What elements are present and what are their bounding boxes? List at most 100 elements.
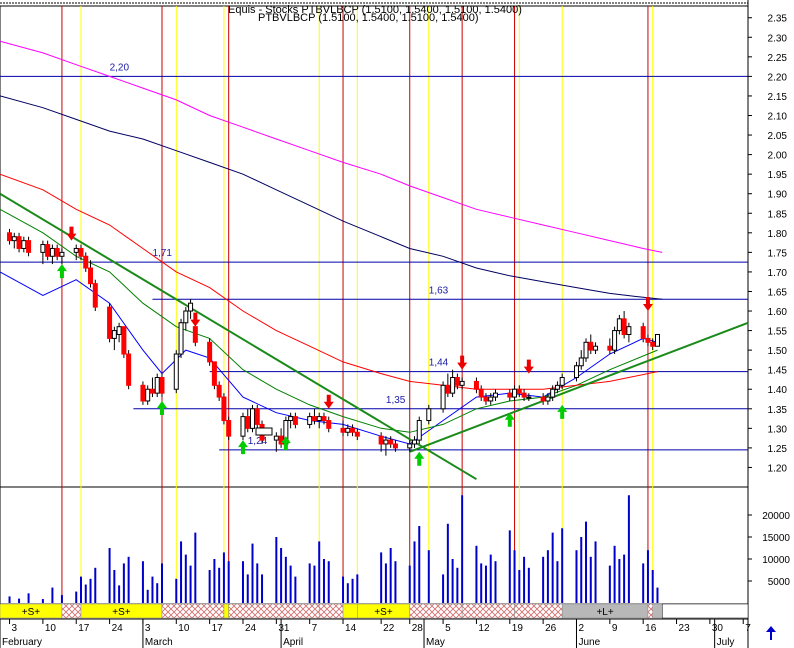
candle-body bbox=[316, 416, 322, 422]
price-tick-label: 1.35 bbox=[768, 405, 788, 416]
price-tick-label: 1.90 bbox=[768, 190, 788, 201]
candle-body bbox=[192, 326, 198, 343]
signal-band bbox=[647, 603, 653, 619]
candle-body bbox=[554, 384, 560, 390]
candle-body bbox=[83, 255, 89, 269]
date-tick-label: 31 bbox=[278, 623, 290, 634]
candle-body bbox=[288, 416, 294, 422]
month-label: February bbox=[2, 637, 42, 648]
date-tick-label: 7 bbox=[745, 623, 751, 634]
candle-body bbox=[145, 388, 151, 402]
candle-body bbox=[640, 326, 646, 339]
candle-body bbox=[550, 388, 556, 398]
candle-body bbox=[126, 353, 132, 386]
price-tick-label: 2.00 bbox=[768, 151, 788, 162]
date-tick-label: 10 bbox=[178, 623, 190, 634]
signal-band-label: +L+ bbox=[596, 607, 613, 618]
candle-body bbox=[492, 392, 498, 398]
candle-body bbox=[616, 318, 622, 332]
signal-band bbox=[223, 603, 229, 619]
price-tick-label: 2.05 bbox=[768, 131, 788, 142]
candle-body bbox=[540, 396, 546, 402]
candle-body bbox=[326, 420, 332, 429]
price-tick-label: 1.25 bbox=[768, 444, 788, 455]
candle-body bbox=[73, 247, 79, 253]
date-tick-label: 19 bbox=[512, 623, 524, 634]
candle-body bbox=[454, 377, 460, 386]
price-tick-label: 2.20 bbox=[768, 72, 788, 83]
month-label: May bbox=[426, 637, 445, 648]
level-label: 1,44 bbox=[429, 358, 449, 369]
candle-body bbox=[88, 267, 94, 285]
candle-body bbox=[111, 330, 117, 339]
candle-body bbox=[507, 392, 513, 398]
date-tick-label: 30 bbox=[712, 623, 724, 634]
candle-body bbox=[321, 416, 327, 422]
candle-body bbox=[273, 435, 279, 441]
signal-band bbox=[161, 603, 225, 619]
price-tick-label: 1.60 bbox=[768, 307, 788, 318]
candle-body bbox=[512, 388, 518, 398]
month-label: July bbox=[717, 637, 735, 648]
level-label: 1,24 bbox=[248, 436, 268, 447]
candle-body bbox=[392, 443, 398, 449]
volume-tick-label: 10000 bbox=[762, 555, 790, 566]
price-tick-label: 1.45 bbox=[768, 366, 788, 377]
candle-body bbox=[54, 247, 60, 257]
band-remainder bbox=[661, 603, 749, 619]
signal-band-label: +S+ bbox=[374, 607, 393, 618]
candle-body bbox=[440, 384, 446, 410]
candle-body bbox=[21, 240, 27, 249]
volume-tick-label: 5000 bbox=[768, 577, 791, 588]
candle-body bbox=[11, 236, 17, 242]
date-tick-label: 3 bbox=[12, 623, 18, 634]
signal-band-label: +S+ bbox=[112, 607, 131, 618]
date-tick-label: 17 bbox=[212, 623, 224, 634]
candle-body bbox=[411, 439, 417, 445]
candle-body bbox=[26, 240, 32, 253]
candle-body bbox=[583, 341, 589, 359]
candle-body bbox=[473, 380, 479, 390]
candle-body bbox=[654, 333, 660, 347]
date-tick-label: 12 bbox=[478, 623, 490, 634]
candle-body bbox=[154, 377, 160, 394]
price-tick-label: 1.40 bbox=[768, 385, 788, 396]
candle-body bbox=[488, 396, 494, 402]
price-tick-label: 1.20 bbox=[768, 463, 788, 474]
candle-body bbox=[7, 232, 13, 242]
candle-body bbox=[188, 302, 194, 312]
candle-body bbox=[645, 337, 651, 343]
candle-body bbox=[573, 365, 579, 379]
candle-body bbox=[340, 427, 346, 433]
candle-body bbox=[78, 247, 84, 257]
candle-body bbox=[345, 427, 351, 433]
date-tick-label: 3 bbox=[145, 623, 151, 634]
date-tick-label: 24 bbox=[245, 623, 257, 634]
candle-body bbox=[173, 353, 179, 390]
candle-body bbox=[588, 341, 594, 351]
candle-body bbox=[516, 388, 522, 394]
level-label: 2,20 bbox=[110, 62, 130, 73]
signal-band bbox=[652, 603, 663, 619]
signal-band bbox=[318, 603, 344, 619]
candle-body bbox=[378, 435, 384, 445]
candle-body bbox=[445, 384, 451, 394]
candle-body bbox=[478, 388, 484, 398]
price-tick-label: 2.15 bbox=[768, 92, 788, 103]
signal-bands: +S+ +S+ +S+ +L+ bbox=[0, 603, 749, 619]
candle-body bbox=[483, 396, 489, 402]
price-tick-label: 1.75 bbox=[768, 248, 788, 259]
date-tick-label: 5 bbox=[445, 623, 451, 634]
price-tick-label: 1.85 bbox=[768, 209, 788, 220]
candle-body bbox=[45, 244, 51, 257]
candle-body bbox=[140, 384, 146, 402]
candle-body bbox=[254, 408, 260, 425]
candle-body bbox=[40, 244, 46, 253]
candle-body bbox=[593, 345, 599, 351]
date-tick-label: 17 bbox=[78, 623, 90, 634]
price-tick-label: 2.35 bbox=[768, 14, 788, 25]
candle-body bbox=[621, 318, 627, 335]
candle-body bbox=[650, 341, 656, 347]
candle-body bbox=[16, 236, 22, 249]
date-tick-label: 16 bbox=[645, 623, 657, 634]
